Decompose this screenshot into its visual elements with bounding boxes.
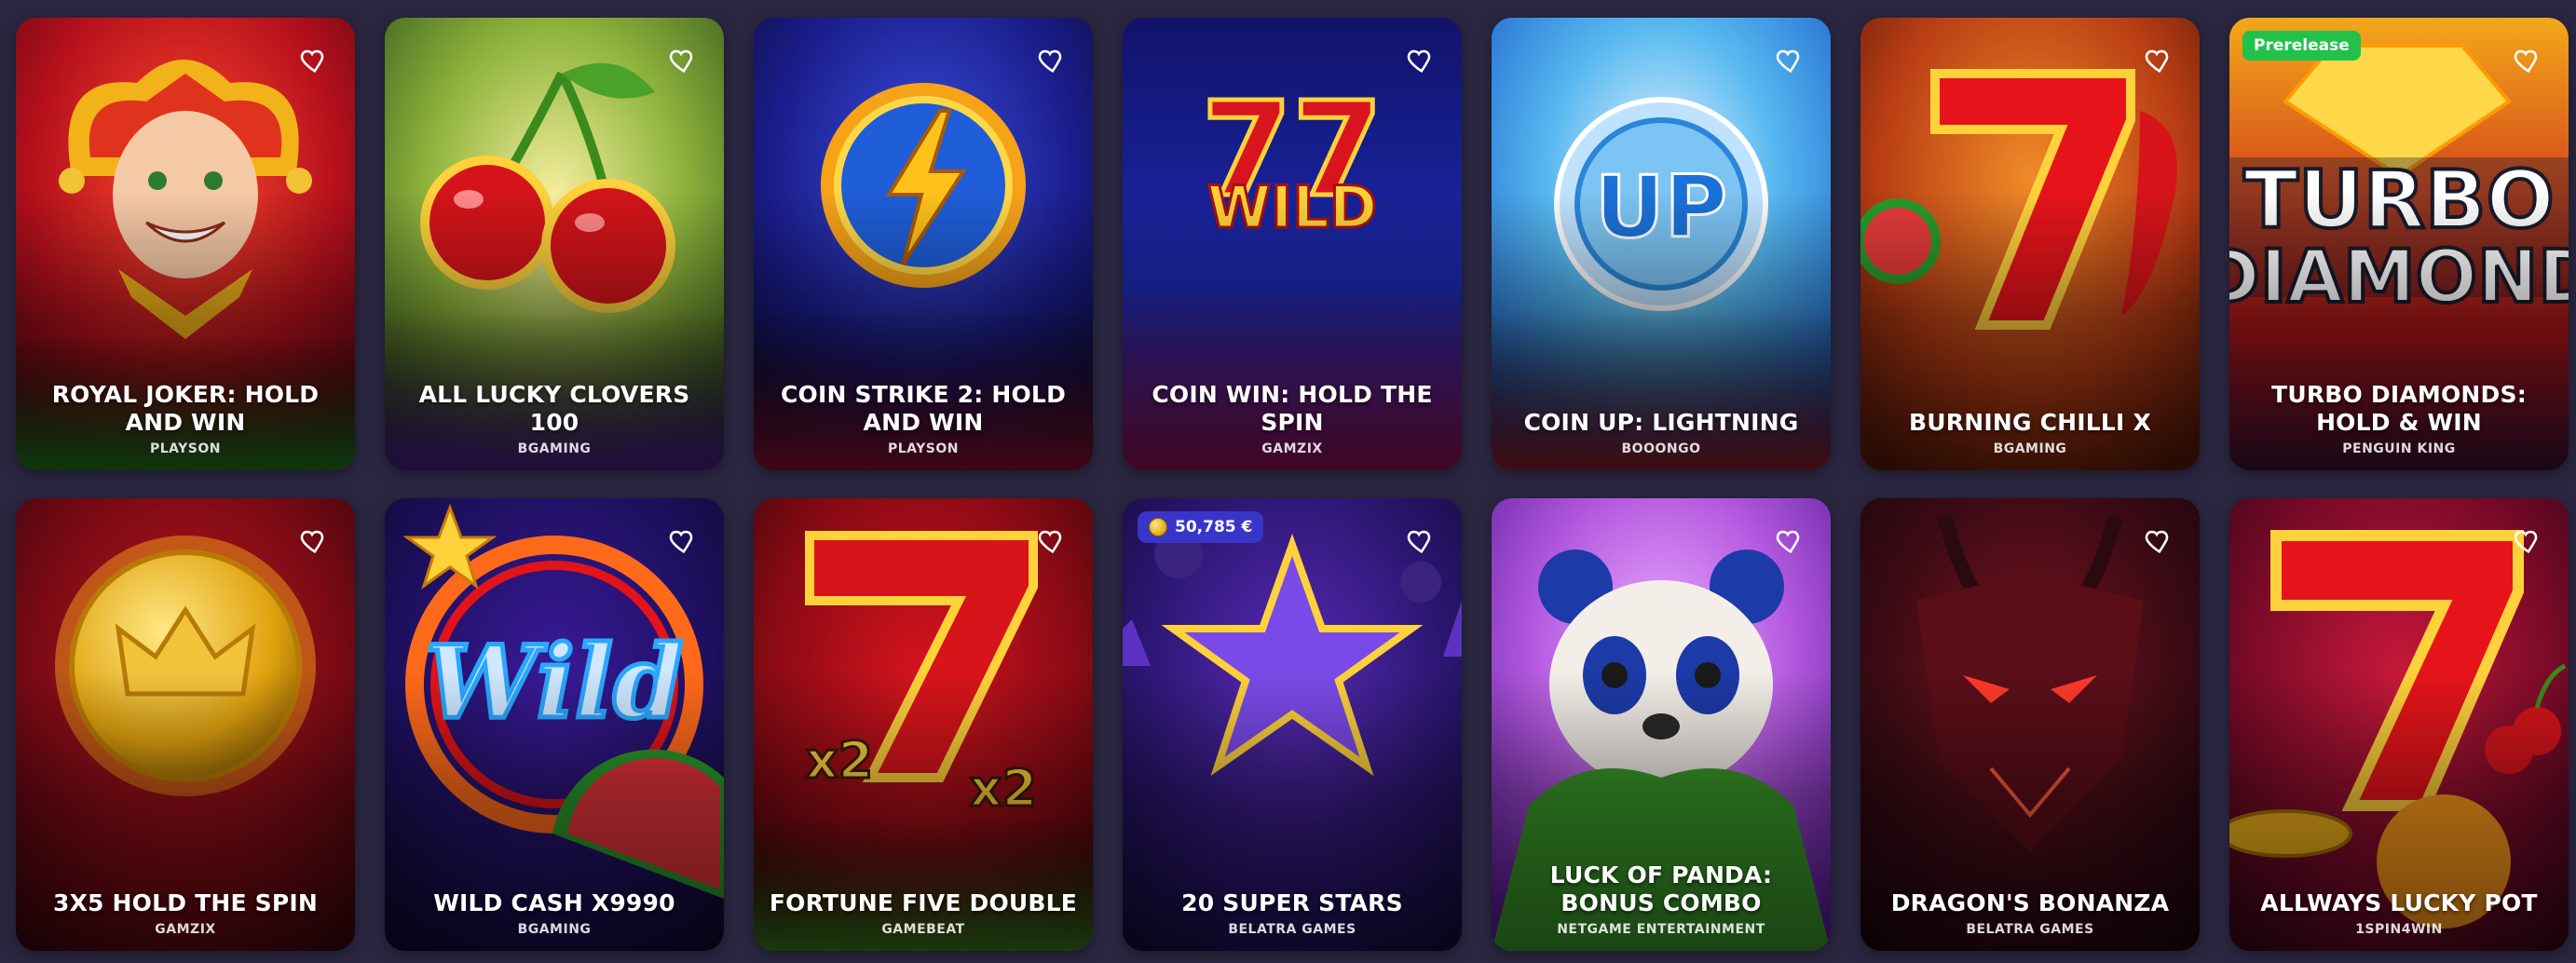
game-card-turbo-diamonds[interactable]: TURBO DIAMOND Prerelease TURBO DIAMONDS:… [2229,18,2569,470]
game-artwork: Wild [385,498,724,951]
game-provider: PLAYSON [149,441,221,456]
favorite-heart-icon[interactable] [1031,42,1069,79]
game-card-all-lucky-clovers[interactable]: ALL LUCKY CLOVERS 100 BGAMING [385,18,724,470]
game-title: 3X5 HOLD THE SPIN [52,889,319,916]
game-card-coin-up-lightning[interactable]: UP COIN UP: LIGHTNING BOOONGO [1492,18,1831,470]
favorite-heart-icon[interactable] [1031,522,1069,560]
game-provider: BGAMING [1993,441,2067,456]
game-card-burning-chilli-x[interactable]: BURNING CHILLI X BGAMING [1860,18,2200,470]
game-grid: ROYAL JOKER: HOLD AND WIN PLAYSON ALL LU… [16,18,2569,951]
card-info: TURBO DIAMONDS: HOLD & WIN PENGUIN KING [2239,381,2559,457]
game-artwork [1860,18,2200,470]
game-card-dragons-bonanza[interactable]: DRAGON'S BONANZA BELATRA GAMES [1860,498,2200,951]
favorite-heart-icon[interactable] [1400,42,1438,79]
favorite-heart-icon[interactable] [293,42,331,79]
card-info: COIN UP: LIGHTNING BOOONGO [1501,409,1821,457]
diamond-logo-text: DIAMOND [2229,236,2569,319]
game-card-luck-of-panda[interactable]: LUCK OF PANDA: BONUS COMBO NETGAME ENTER… [1492,498,1831,951]
card-info: COIN STRIKE 2: HOLD AND WIN PLAYSON [763,381,1084,457]
game-provider: PLAYSON [887,441,959,456]
card-info: ROYAL JOKER: HOLD AND WIN PLAYSON [25,381,346,457]
favorite-heart-icon[interactable] [2138,522,2175,560]
game-card-wild-cash-x9990[interactable]: Wild WILD CASH X9990 BGAMING [385,498,724,951]
game-provider: NETGAME ENTERTAINMENT [1557,922,1765,937]
card-info: FORTUNE FIVE DOUBLE GAMEBEAT [763,889,1084,938]
game-title: WILD CASH X9990 [433,889,675,916]
game-provider: BELATRA GAMES [1228,922,1356,937]
card-info: ALLWAYS LUCKY POT 1SPIN4WIN [2239,889,2559,938]
favorite-heart-icon[interactable] [2507,522,2544,560]
favorite-heart-icon[interactable] [1769,42,1806,79]
favorite-heart-icon[interactable] [293,522,331,560]
favorite-heart-icon[interactable] [662,42,700,79]
coin-icon [1149,518,1167,536]
game-card-coin-win[interactable]: 77 WILD COIN WIN: HOLD THE SPIN GAMZIX [1123,18,1462,470]
game-card-coin-strike-2[interactable]: COIN STRIKE 2: HOLD AND WIN PLAYSON [754,18,1093,470]
card-info: ALL LUCKY CLOVERS 100 BGAMING [394,381,715,457]
game-artwork [1123,498,1462,951]
game-card-allways-lucky-pot[interactable]: ALLWAYS LUCKY POT 1SPIN4WIN [2229,498,2569,951]
card-info: LUCK OF PANDA: BONUS COMBO NETGAME ENTER… [1501,861,1821,938]
turbo-logo-text: TURBO [2243,154,2554,247]
prerelease-badge: Prerelease [2242,31,2361,61]
game-provider: BELATRA GAMES [1966,922,2094,937]
card-info: BURNING CHILLI X BGAMING [1870,409,2190,457]
game-artwork [2229,498,2569,951]
x2-left-text: x2 [806,731,873,790]
game-card-3x5-hold-the-spin[interactable]: 3X5 HOLD THE SPIN GAMZIX [16,498,355,951]
game-title: COIN WIN: HOLD THE SPIN [1152,381,1433,436]
coin-up-text: UP [1595,157,1727,257]
game-card-fortune-five-double[interactable]: x2 x2 FORTUNE FIVE DOUBLE GAMEBEAT [754,498,1093,951]
favorite-heart-icon[interactable] [1400,522,1438,560]
card-info: COIN WIN: HOLD THE SPIN GAMZIX [1132,381,1452,457]
game-artwork [16,498,355,951]
game-artwork: x2 x2 [754,498,1093,951]
game-artwork: UP [1492,18,1831,470]
favorite-heart-icon[interactable] [2507,42,2544,79]
game-title: 20 SUPER STARS [1181,889,1403,916]
card-info: 20 SUPER STARS BELATRA GAMES [1132,889,1452,938]
card-info: 3X5 HOLD THE SPIN GAMZIX [25,889,346,938]
game-title: ALLWAYS LUCKY POT [2260,889,2538,916]
game-title: TURBO DIAMONDS: HOLD & WIN [2271,381,2527,436]
game-provider: GAMEBEAT [881,922,965,937]
game-provider: GAMZIX [1261,441,1323,456]
game-title: LUCK OF PANDA: BONUS COMBO [1549,861,1773,916]
game-title: ROYAL JOKER: HOLD AND WIN [51,381,320,436]
game-provider: 1SPIN4WIN [2355,922,2443,937]
jackpot-amount: 50,785 € [1175,518,1253,536]
game-provider: PENGUIN KING [2342,441,2456,456]
game-title: BURNING CHILLI X [1909,409,2151,436]
jackpot-badge: 50,785 € [1138,511,1264,543]
game-title: COIN UP: LIGHTNING [1523,409,1799,436]
game-title: FORTUNE FIVE DOUBLE [769,889,1078,916]
wild-logo-text: WILD [1207,173,1377,241]
card-info: WILD CASH X9990 BGAMING [394,889,715,938]
x2-right-text: x2 [970,759,1037,818]
game-provider: BOOONGO [1621,441,1701,456]
card-info: DRAGON'S BONANZA BELATRA GAMES [1870,889,2190,938]
game-artwork [1860,498,2200,951]
game-provider: GAMZIX [155,922,216,937]
favorite-heart-icon[interactable] [2138,42,2175,79]
favorite-heart-icon[interactable] [1769,522,1806,560]
favorite-heart-icon[interactable] [662,522,700,560]
game-provider: BGAMING [517,441,592,456]
game-provider: BGAMING [517,922,592,937]
wild-neon-text: Wild [426,624,684,741]
game-title: ALL LUCKY CLOVERS 100 [418,381,690,436]
game-card-royal-joker[interactable]: ROYAL JOKER: HOLD AND WIN PLAYSON [16,18,355,470]
game-card-20-super-stars[interactable]: 50,785 € 20 SUPER STARS BELATRA GAMES [1123,498,1462,951]
game-title: DRAGON'S BONANZA [1890,889,2170,916]
game-title: COIN STRIKE 2: HOLD AND WIN [780,381,1067,436]
